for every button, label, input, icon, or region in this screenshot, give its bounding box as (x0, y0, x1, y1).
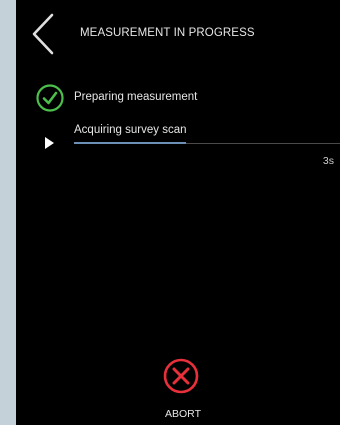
progress-bar (74, 142, 340, 144)
step-label: Preparing measurement (74, 91, 198, 103)
header: MEASUREMENT IN PROGRESS (16, 0, 340, 66)
measurement-screen: MEASUREMENT IN PROGRESS Preparing measur… (16, 0, 340, 425)
progress-bar-fill (74, 142, 186, 144)
step-label: Acquiring survey scan (74, 124, 187, 136)
close-circle-icon (163, 358, 199, 394)
step-preparing-measurement: Preparing measurement (16, 84, 340, 112)
abort-button[interactable]: ABORT (155, 356, 213, 425)
check-circle-icon (36, 84, 64, 112)
abort-label: ABORT (165, 408, 201, 420)
page-title: MEASUREMENT IN PROGRESS (80, 27, 255, 39)
back-button[interactable] (28, 12, 58, 56)
step-acquiring-survey-scan: Acquiring survey scan 3s (16, 120, 340, 170)
play-icon (45, 137, 54, 149)
time-remaining: 3s (322, 155, 334, 167)
chevron-left-icon (32, 13, 54, 55)
